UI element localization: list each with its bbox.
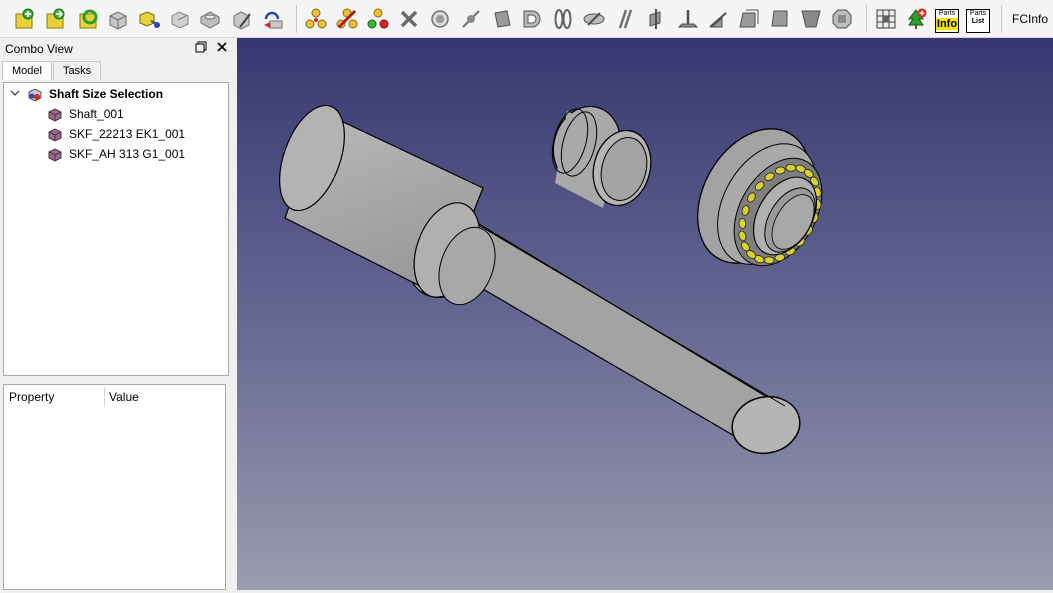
property-editor: Property Value [3,384,226,590]
solid-icon[interactable] [198,7,222,31]
constraint-1-icon[interactable] [304,7,328,31]
3d-viewport[interactable] [237,38,1053,590]
parts-list-big-label: List [967,18,989,25]
float-panel-icon[interactable] [195,41,207,56]
double-ring-icon[interactable] [551,7,575,31]
combo-view-title: Combo View [5,42,73,56]
tree-root-label: Shaft Size Selection [49,87,164,101]
delete-constraint-icon[interactable] [397,7,421,31]
half-shell-icon[interactable] [520,7,544,31]
move-icon[interactable] [137,7,161,31]
tree-add-icon[interactable] [904,7,928,31]
parts-info-button[interactable]: Parts Info [935,9,959,33]
parts-list-top-label: Parts [969,10,987,17]
disk-icon[interactable] [582,7,606,31]
import-icon[interactable] [260,7,284,31]
tab-tasks[interactable]: Tasks [53,61,102,80]
model-tree: Shaft Size Selection Shaft_001 SKF_22213… [3,82,229,376]
tree-item-label: SKF_AH 313 G1_001 [69,147,186,161]
plane-icon[interactable] [644,7,668,31]
bearing-model[interactable] [675,109,840,284]
close-icon[interactable] [216,41,228,56]
tab-model[interactable]: Model [2,61,52,80]
trapezoid-icon[interactable] [799,7,823,31]
toolbar-separator [866,5,867,33]
fcinfo-button[interactable]: FCInfo [1012,0,1048,38]
circle-icon[interactable] [428,7,452,31]
add-part-icon[interactable] [43,7,67,31]
shaft-model[interactable] [267,97,805,460]
part-icon [48,128,62,147]
tree-item-label: Shaft_001 [69,107,124,121]
create-part-icon[interactable] [12,7,36,31]
toolbar-separator [1001,5,1002,33]
part-icon[interactable] [106,7,130,31]
line-icon[interactable] [459,7,483,31]
parts-info-big-label: Info [936,18,958,30]
value-column-header[interactable]: Value [109,390,139,404]
angle-icon[interactable] [706,7,730,31]
edit-icon[interactable] [230,7,254,31]
bearing-roller [738,218,747,229]
axis-icon[interactable] [676,7,700,31]
part-icon [48,148,62,167]
refresh-icon[interactable] [76,7,100,31]
chevron-down-icon[interactable] [9,85,21,108]
property-column-header[interactable]: Property [9,390,54,404]
toolbar-separator [296,5,297,33]
face-icon[interactable] [737,7,761,31]
parts-list-button[interactable]: Parts List [966,9,990,33]
octagon-icon[interactable] [830,7,854,31]
parallel-icon[interactable] [613,7,637,31]
square-icon[interactable] [768,7,792,31]
grid-icon[interactable] [874,7,898,31]
constraint-2-icon[interactable] [335,7,359,31]
assembly-icon [28,88,42,107]
box-icon[interactable] [490,7,514,31]
tree-item-label: SKF_22213 EK1_001 [69,127,186,141]
part-icon [48,108,62,127]
toolbar: Parts Info Parts List FCInfo [0,0,1053,38]
constraint-3-icon[interactable] [366,7,390,31]
column-divider[interactable] [104,387,105,407]
sleeve-model[interactable] [545,99,659,212]
shape-icon[interactable] [168,7,192,31]
combo-view-panel: Combo View Model Tasks Shaft Size Select… [0,38,237,590]
parts-info-top-label: Parts [938,10,956,17]
